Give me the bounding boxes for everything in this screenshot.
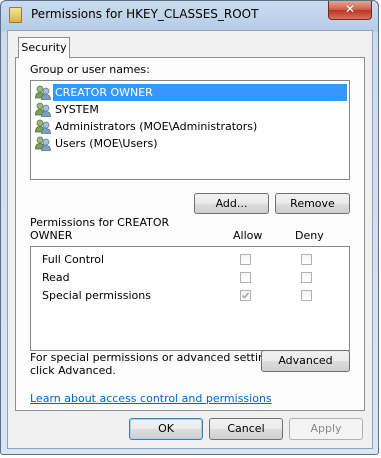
deny-checkbox[interactable] xyxy=(301,272,312,283)
advanced-hint-line2: click Advanced. xyxy=(30,364,116,377)
checkmark-icon xyxy=(241,292,250,299)
allow-checkbox xyxy=(240,290,251,301)
close-button[interactable]: ✕ xyxy=(328,1,372,20)
advanced-button[interactable]: Advanced xyxy=(261,350,350,372)
allow-checkbox[interactable] xyxy=(240,254,251,265)
user-list[interactable]: CREATOR OWNER SYSTEM Administrators (MOE… xyxy=(30,80,350,180)
user-name: SYSTEM xyxy=(55,103,99,116)
close-icon: ✕ xyxy=(344,2,356,16)
ok-button[interactable]: OK xyxy=(129,418,203,440)
permission-name: Full Control xyxy=(42,253,105,266)
permissions-dialog: Permissions for HKEY_CLASSES_ROOT ✕ Secu… xyxy=(0,0,379,455)
deny-checkbox[interactable] xyxy=(301,254,312,265)
permission-row: Read xyxy=(31,269,349,287)
permission-name: Read xyxy=(42,271,70,284)
allow-column-header: Allow xyxy=(233,229,263,242)
user-group-icon xyxy=(35,119,51,134)
help-link[interactable]: Learn about access control and permissio… xyxy=(30,392,272,405)
user-group-icon xyxy=(35,136,51,151)
permissions-list[interactable]: Full Control Read Special permissions xyxy=(30,246,350,351)
permission-name: Special permissions xyxy=(42,289,151,302)
remove-button[interactable]: Remove xyxy=(275,193,350,214)
security-tab-panel: Group or user names: CREATOR OWNER SYSTE… xyxy=(15,57,365,411)
user-group-icon xyxy=(35,102,51,117)
add-button[interactable]: Add... xyxy=(194,193,269,214)
folder-icon xyxy=(9,7,22,23)
permissions-heading-line1: Permissions for CREATOR xyxy=(30,216,170,229)
user-name: CREATOR OWNER xyxy=(53,84,155,101)
permissions-heading-line2: OWNER xyxy=(30,229,73,242)
tab-security[interactable]: Security xyxy=(18,37,70,58)
deny-checkbox[interactable] xyxy=(301,290,312,301)
permission-row: Full Control xyxy=(31,251,349,269)
user-group-icon xyxy=(35,85,51,100)
deny-column-header: Deny xyxy=(295,229,324,242)
cancel-button[interactable]: Cancel xyxy=(209,418,283,440)
permission-row: Special permissions xyxy=(31,287,349,305)
list-item[interactable]: Users (MOE\Users) xyxy=(35,135,347,152)
list-item[interactable]: Administrators (MOE\Administrators) xyxy=(35,118,347,135)
dialog-client-area: Security Group or user names: CREATOR OW… xyxy=(7,30,373,449)
list-item[interactable]: SYSTEM xyxy=(35,101,347,118)
apply-button[interactable]: Apply xyxy=(289,418,363,440)
window-title: Permissions for HKEY_CLASSES_ROOT xyxy=(31,7,259,21)
list-item[interactable]: CREATOR OWNER xyxy=(35,84,347,101)
user-name: Users (MOE\Users) xyxy=(55,137,158,150)
title-bar[interactable]: Permissions for HKEY_CLASSES_ROOT ✕ xyxy=(1,1,378,29)
user-name: Administrators (MOE\Administrators) xyxy=(55,120,258,133)
allow-checkbox[interactable] xyxy=(240,272,251,283)
advanced-hint-line1: For special permissions or advanced sett… xyxy=(30,351,282,364)
group-user-names-label: Group or user names: xyxy=(30,63,150,76)
